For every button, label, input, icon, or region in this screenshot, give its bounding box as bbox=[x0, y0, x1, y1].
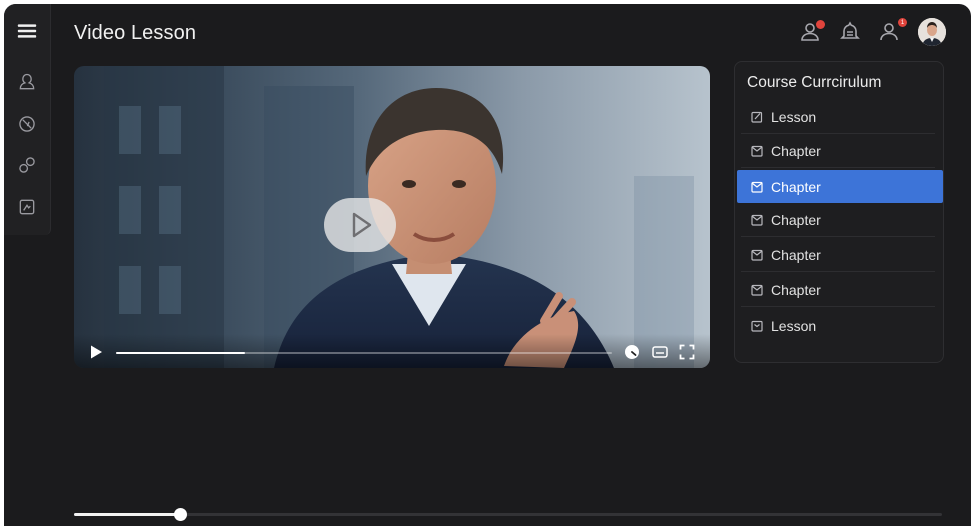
captions-icon bbox=[652, 346, 668, 358]
curriculum-item-label: Chapter bbox=[771, 247, 821, 263]
video-seek-bar[interactable] bbox=[116, 352, 612, 354]
curriculum-item[interactable]: Chapter bbox=[741, 135, 935, 168]
sidebar bbox=[4, 4, 51, 235]
page-title: Video Lesson bbox=[74, 22, 197, 44]
video-player[interactable] bbox=[74, 66, 710, 368]
fullscreen-icon bbox=[679, 344, 695, 360]
bell-icon[interactable] bbox=[838, 20, 864, 46]
chapter-icon bbox=[751, 145, 763, 157]
curriculum-item-label: Chapter bbox=[771, 212, 821, 228]
chapter-icon bbox=[751, 284, 763, 296]
curriculum-item[interactable]: Chapter bbox=[741, 274, 935, 307]
curriculum-item-label: Lesson bbox=[771, 317, 817, 334]
user-group-icon[interactable] bbox=[799, 20, 825, 46]
course-curriculum-panel: Course Currcirulum Lesson Chapter Chapte… bbox=[734, 61, 944, 363]
curriculum-item-active[interactable]: Chapter bbox=[737, 170, 943, 203]
play-icon bbox=[352, 212, 372, 238]
image-icon[interactable] bbox=[16, 196, 38, 218]
edit-icon bbox=[751, 111, 763, 123]
lesson-icon bbox=[751, 320, 763, 332]
app-window: Video Lesson 1 Course Currcirulum Lesson… bbox=[4, 4, 971, 526]
curriculum-item-label: Lesson bbox=[771, 109, 817, 125]
timeline-handle[interactable] bbox=[173, 508, 187, 521]
video-seek-progress bbox=[116, 352, 245, 354]
profile-icon[interactable]: 1 bbox=[878, 18, 907, 46]
timeline-progress bbox=[74, 513, 180, 516]
chapter-icon bbox=[751, 181, 763, 193]
compass-icon[interactable] bbox=[16, 113, 38, 135]
link-icon[interactable] bbox=[16, 154, 38, 176]
play-overlay-button[interactable] bbox=[324, 198, 396, 252]
curriculum-item[interactable]: Chapter bbox=[741, 204, 935, 237]
panel-title: Course Currcirulum bbox=[747, 74, 882, 91]
captions-button[interactable] bbox=[652, 344, 668, 360]
curriculum-item[interactable]: Chapter bbox=[741, 239, 935, 272]
menu-icon[interactable] bbox=[15, 20, 39, 42]
play-button[interactable] bbox=[88, 344, 104, 360]
fullscreen-button[interactable] bbox=[679, 344, 695, 360]
speed-icon bbox=[625, 345, 639, 359]
curriculum-item[interactable]: Lesson bbox=[741, 309, 935, 342]
chapter-icon bbox=[751, 214, 763, 226]
video-controls bbox=[74, 334, 710, 368]
curriculum-item[interactable]: Lesson bbox=[741, 101, 935, 134]
curriculum-item-label: Chapter bbox=[771, 143, 821, 159]
user-icon[interactable] bbox=[16, 71, 38, 93]
chapter-icon bbox=[751, 249, 763, 261]
profile-badge: 1 bbox=[898, 18, 907, 27]
curriculum-item-label: Chapter bbox=[771, 282, 821, 298]
lesson-timeline[interactable] bbox=[74, 508, 942, 521]
notification-dot bbox=[816, 20, 825, 29]
avatar[interactable] bbox=[918, 18, 946, 46]
play-icon bbox=[91, 345, 102, 359]
curriculum-item-label: Chapter bbox=[771, 178, 821, 195]
speed-button[interactable] bbox=[624, 344, 640, 360]
